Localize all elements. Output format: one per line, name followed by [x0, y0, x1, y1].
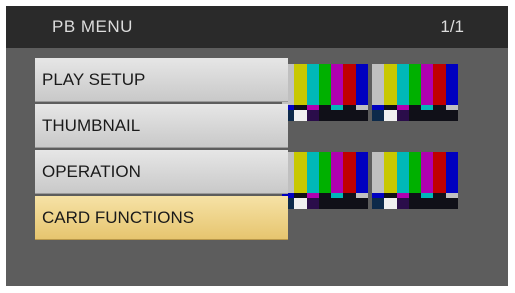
color-bar — [421, 110, 434, 121]
color-bar — [306, 152, 319, 193]
color-bar — [318, 198, 332, 209]
color-bar — [343, 64, 356, 105]
color-bar — [355, 64, 368, 105]
color-bar — [294, 64, 307, 105]
color-bar — [445, 198, 458, 209]
color-bar — [318, 64, 332, 105]
pb-menu-list: PLAY SETUP THUMBNAIL OPERATION CARD FUNC… — [35, 58, 288, 242]
color-bar — [384, 198, 397, 209]
color-bar — [318, 110, 332, 121]
color-bar — [408, 152, 422, 193]
color-bar — [433, 152, 446, 193]
color-bar — [343, 110, 356, 121]
color-bar — [306, 64, 319, 105]
color-bar — [355, 110, 368, 121]
color-bar — [445, 110, 458, 121]
clip-thumbnail[interactable] — [282, 152, 368, 209]
color-bar — [306, 198, 319, 209]
color-bar — [396, 198, 409, 209]
color-bar — [331, 110, 344, 121]
color-bar — [355, 152, 368, 193]
menu-item-operation[interactable]: OPERATION — [35, 150, 288, 194]
menu-header: PB MENU 1/1 — [6, 6, 508, 48]
clip-thumbnail[interactable] — [372, 152, 458, 209]
color-bar — [408, 64, 422, 105]
color-bar — [396, 152, 409, 193]
color-bar — [294, 110, 307, 121]
color-bar — [355, 198, 368, 209]
color-bar — [372, 64, 385, 105]
clip-thumbnail[interactable] — [282, 64, 368, 121]
color-bar — [294, 198, 307, 209]
menu-item-label: CARD FUNCTIONS — [42, 208, 195, 227]
color-bar — [343, 152, 356, 193]
color-bar — [294, 152, 307, 193]
color-bar — [421, 198, 434, 209]
color-bar — [343, 198, 356, 209]
color-bar — [372, 152, 385, 193]
color-bar — [331, 198, 344, 209]
color-bar — [408, 198, 422, 209]
color-bar — [306, 110, 319, 121]
color-bar — [384, 110, 397, 121]
menu-item-card-functions[interactable]: CARD FUNCTIONS — [35, 196, 288, 240]
color-bar — [396, 110, 409, 121]
color-bar — [396, 64, 409, 105]
menu-item-label: OPERATION — [42, 162, 141, 181]
menu-title: PB MENU — [52, 17, 133, 36]
menu-item-label: PLAY SETUP — [42, 70, 146, 89]
menu-item-thumbnail[interactable]: THUMBNAIL — [35, 104, 288, 148]
color-bar — [433, 198, 446, 209]
color-bar — [384, 152, 397, 193]
color-bar — [421, 64, 434, 105]
color-bar — [408, 110, 422, 121]
color-bar — [445, 152, 458, 193]
page-indicator: 1/1 — [440, 17, 464, 36]
playback-screen: PB MENU 1/1 PLAY SETUP THUMBNAIL OPERATI… — [6, 6, 508, 286]
color-bar — [421, 152, 434, 193]
color-bar — [384, 64, 397, 105]
color-bar — [372, 198, 385, 209]
color-bar — [331, 152, 344, 193]
clip-thumbnail[interactable] — [372, 64, 458, 121]
menu-item-label: THUMBNAIL — [42, 116, 141, 135]
color-bar — [433, 64, 446, 105]
color-bar — [372, 110, 385, 121]
color-bar — [433, 110, 446, 121]
color-bar — [445, 64, 458, 105]
color-bar — [318, 152, 332, 193]
menu-item-play-setup[interactable]: PLAY SETUP — [35, 58, 288, 102]
color-bar — [331, 64, 344, 105]
